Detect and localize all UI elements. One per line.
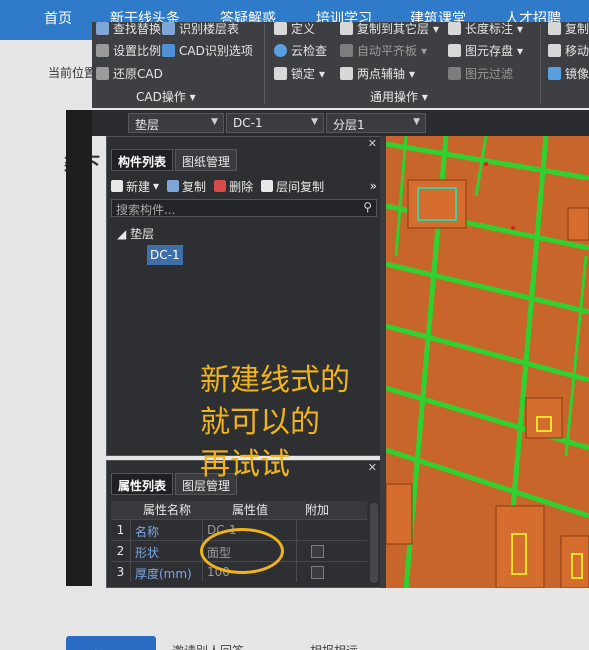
cad-options-icon	[162, 44, 175, 57]
cloud-icon	[274, 44, 287, 57]
lock-button[interactable]: 锁定 ▾	[274, 65, 325, 82]
save-element-button[interactable]: 图元存盘 ▾	[448, 42, 523, 59]
two-point-axis-button[interactable]: 两点辅轴 ▾	[340, 65, 415, 82]
find-replace-icon	[96, 22, 109, 35]
move-button[interactable]: 移动	[548, 42, 589, 59]
component-select[interactable]: DC-1 ▼	[226, 113, 324, 133]
chevron-down-icon: ▾	[409, 66, 416, 81]
identify-floor-table-button[interactable]: 识别楼层表	[162, 20, 239, 37]
lock-icon	[274, 67, 287, 80]
sublayer-select[interactable]: 分层1 ▼	[326, 113, 426, 133]
answer-button[interactable]: 我要	[66, 636, 156, 650]
layer-copy-icon	[261, 180, 274, 192]
define-icon	[274, 22, 287, 35]
restore-icon	[96, 67, 109, 80]
chevron-down-icon: ▾	[517, 43, 524, 58]
copy-button[interactable]: 复制	[548, 20, 589, 37]
additional-checkbox[interactable]	[310, 565, 324, 579]
component-type-select[interactable]: 垫层 ▼	[128, 113, 224, 133]
cad-ops-group-label[interactable]: CAD操作 ▾	[136, 88, 196, 105]
invite-link[interactable]: 邀请别人回答	[172, 642, 244, 650]
copy-icon	[548, 22, 561, 35]
highlight-ellipse	[200, 528, 284, 574]
chevron-down-icon: ▾	[421, 43, 428, 58]
additional-checkbox[interactable]	[310, 544, 324, 558]
chevron-down-icon: ▼	[413, 117, 420, 127]
slab-model-graphic	[386, 136, 589, 588]
copy-layer-icon	[340, 22, 353, 35]
collapse-icon[interactable]: ◢	[117, 227, 126, 241]
delete-button[interactable]: 删除	[214, 178, 253, 195]
search-icon[interactable]: ⚲	[363, 200, 372, 214]
col-property-value: 属性值	[231, 503, 268, 517]
chevron-down-icon: ▾	[433, 21, 440, 36]
col-property-name: 属性名称	[142, 503, 191, 517]
more-icon[interactable]: »	[370, 179, 377, 193]
handwritten-annotation: 新建线式的 就可以的 再试试	[200, 363, 350, 482]
property-scrollbar[interactable]	[370, 503, 378, 583]
copy-between-layers-button[interactable]: 层间复制	[261, 178, 324, 195]
cloud-check-button[interactable]: 云检查	[274, 42, 327, 59]
layer-selector-bar: 垫层 ▼ DC-1 ▼ 分层1 ▼	[92, 110, 589, 136]
chevron-down-icon: ▼	[311, 117, 318, 127]
tab-component-list[interactable]: 构件列表	[111, 149, 174, 171]
chevron-down-icon: ▾	[153, 179, 160, 193]
element-filter-button[interactable]: 图元过滤	[448, 65, 513, 82]
chevron-down-icon: ▼	[211, 117, 218, 127]
copy-to-layer-button[interactable]: 复制到其它层 ▾	[340, 20, 439, 37]
window-edge	[66, 110, 92, 586]
filter-icon	[448, 67, 461, 80]
report-link[interactable]: 相报相远	[310, 642, 358, 650]
copy-icon	[167, 180, 180, 192]
property-table-header: 属性名称 属性值 附加	[111, 501, 367, 519]
scale-icon	[96, 44, 109, 57]
chevron-down-icon: ▾	[319, 66, 326, 81]
general-ops-group-label[interactable]: 通用操作 ▾	[370, 88, 428, 105]
move-icon	[548, 44, 561, 57]
axis-icon	[340, 67, 353, 80]
delete-icon	[214, 180, 227, 192]
cad-options-button[interactable]: CAD识别选项	[162, 42, 253, 59]
restore-cad-button[interactable]: 还原CAD	[96, 65, 163, 82]
new-button[interactable]: 新建 ▾	[111, 178, 159, 195]
ribbon-divider	[540, 24, 541, 104]
chevron-down-icon: ▾	[421, 90, 428, 104]
copy-component-button[interactable]: 复制	[167, 178, 206, 195]
new-icon	[111, 180, 123, 192]
tree-node-dc1[interactable]: DC-1	[147, 245, 183, 265]
dimension-icon	[448, 22, 461, 35]
length-dimension-button[interactable]: 长度标注 ▾	[448, 20, 523, 37]
close-icon[interactable]: ✕	[368, 137, 377, 150]
tree-node-cushion[interactable]: ◢ 垫层	[117, 225, 154, 242]
set-scale-button[interactable]: 设置比例	[96, 42, 161, 59]
breadcrumb: 当前位置	[48, 66, 97, 80]
auto-flush-slab-button[interactable]: 自动平齐板 ▾	[340, 42, 427, 59]
chevron-down-icon: ▾	[517, 21, 524, 36]
mirror-icon	[548, 67, 561, 80]
define-button[interactable]: 定义	[274, 20, 315, 37]
table-icon	[162, 22, 175, 35]
save-element-icon	[448, 44, 461, 57]
tab-property-list[interactable]: 属性列表	[111, 473, 174, 495]
ribbon-divider	[264, 24, 265, 104]
chevron-down-icon: ▾	[189, 90, 196, 104]
component-search-input[interactable]: 搜索构件... ⚲	[111, 199, 377, 217]
tab-drawing-management[interactable]: 图纸管理	[175, 149, 238, 171]
cad-ribbon: 查找替换 识别楼层表 设置比例 CAD识别选项 还原CAD CAD操作 ▾ 定义…	[92, 22, 589, 108]
mirror-button[interactable]: 镜像	[548, 65, 589, 82]
find-replace-button[interactable]: 查找替换	[96, 20, 161, 37]
flush-icon	[340, 44, 353, 57]
3d-model-view[interactable]	[386, 136, 589, 588]
col-additional: 附加	[304, 503, 329, 517]
nav-home[interactable]: 首页	[44, 8, 72, 28]
